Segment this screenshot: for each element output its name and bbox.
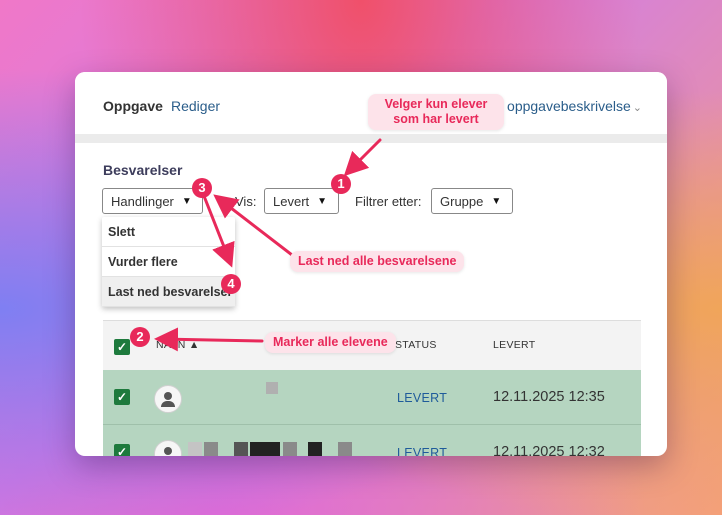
step-badge-2: 2 — [130, 327, 150, 347]
arrow-to-show-select — [343, 138, 382, 177]
step-badge-4: 4 — [221, 274, 241, 294]
callout-download-all: Last ned alle besvarelsene — [290, 251, 465, 272]
callout-line: Velger kun elever — [384, 97, 488, 111]
step-badge-3: 3 — [192, 178, 212, 198]
arrow-to-actions-select — [213, 194, 294, 257]
callout-select-delivered: Velger kun elever som har levert — [368, 94, 504, 130]
step-badge-1: 1 — [331, 174, 351, 194]
callout-select-all: Marker alle elevene — [265, 332, 396, 353]
arrow-to-select-all — [154, 327, 264, 352]
callout-line: som har levert — [393, 112, 479, 126]
